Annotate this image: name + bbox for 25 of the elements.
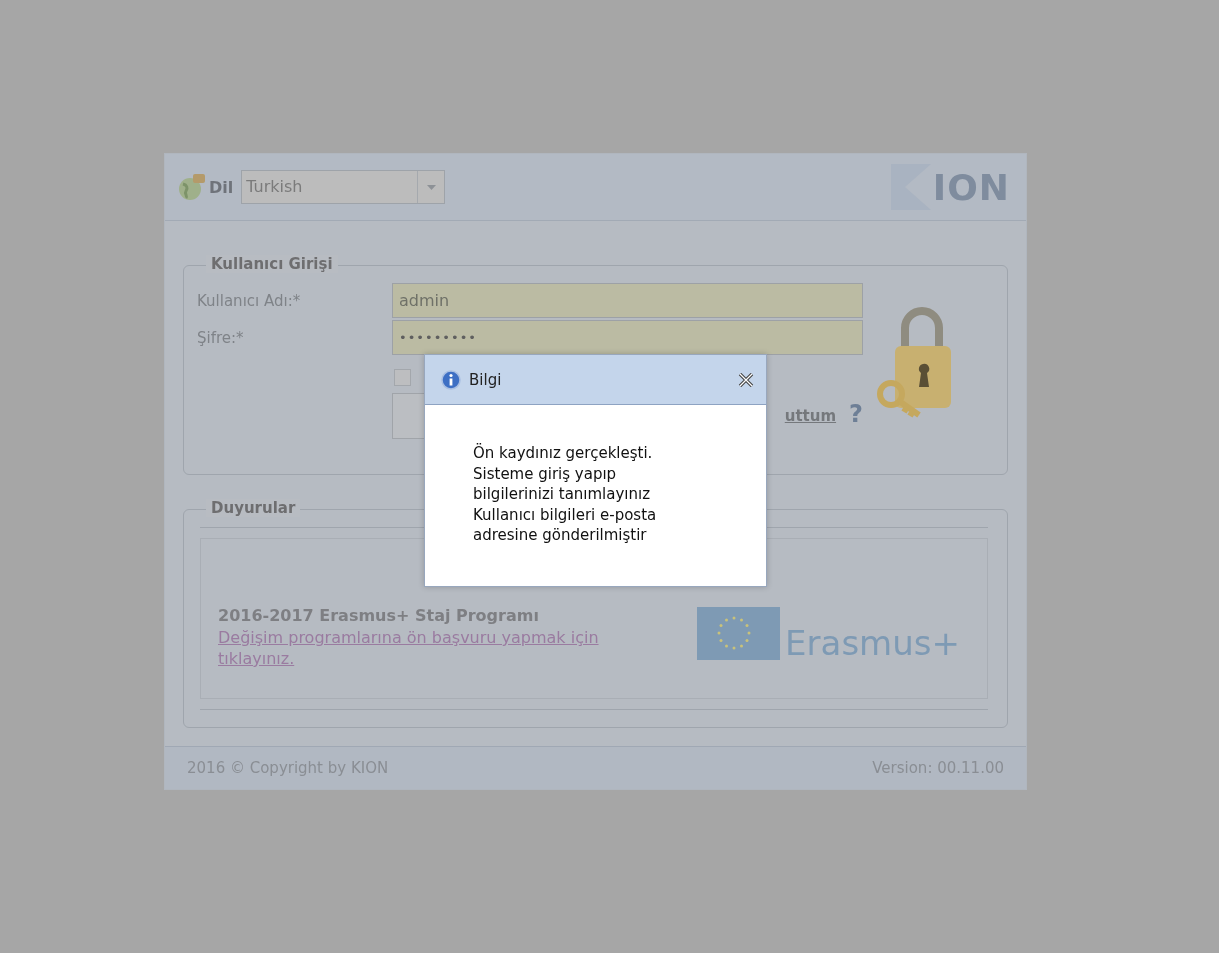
help-icon[interactable]: ? bbox=[849, 400, 863, 428]
fieldset-legend: Kullanıcı Girişi bbox=[206, 255, 338, 273]
info-icon bbox=[441, 369, 461, 390]
field-label: Şifre:* bbox=[197, 328, 245, 347]
announcement-title: 2016-2017 Erasmus+ Staj Programı bbox=[218, 606, 540, 625]
erasmus-logo: Erasmus+ bbox=[697, 607, 960, 660]
username-field[interactable]: admin bbox=[392, 283, 863, 318]
dialog-title: Bilgi bbox=[469, 370, 503, 389]
language-label: Dil bbox=[209, 177, 234, 197]
message-line: Sisteme giriş yapıp bbox=[473, 463, 618, 484]
message-line: Ön kaydınız gerçekleşti. bbox=[473, 443, 654, 464]
forgot-password-link[interactable]: uttum bbox=[784, 407, 837, 425]
login-button[interactable] bbox=[392, 393, 426, 439]
field-label: Kullanıcı Adı:* bbox=[197, 291, 302, 310]
message-line: Kullanıcı bilgileri e-posta bbox=[473, 504, 658, 525]
message-line: bilgilerinizi tanımlayınız bbox=[473, 484, 652, 505]
close-button[interactable] bbox=[738, 372, 754, 387]
caret-icon bbox=[426, 184, 436, 190]
message-line: adresine gönderilmiştir bbox=[473, 525, 648, 546]
globe-icon bbox=[177, 172, 207, 202]
announcement-link[interactable]: Değişim programlarına ön başvuru yapmak için tıklayınız. bbox=[218, 627, 633, 669]
fieldset-legend: Duyurular bbox=[206, 499, 301, 517]
password-field[interactable]: ••••••••• bbox=[392, 320, 863, 355]
remember-checkbox[interactable] bbox=[394, 369, 411, 386]
language-select[interactable]: Turkish bbox=[241, 170, 446, 204]
